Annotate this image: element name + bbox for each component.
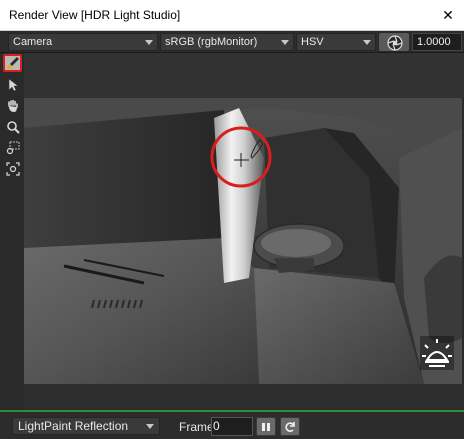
window-title: Render View [HDR Light Studio] [9,8,181,22]
brush-icon [6,57,19,69]
bottom-bar: LightPaint Reflection Frame 0 [0,410,464,439]
render-viewport[interactable] [24,98,462,384]
frame-input[interactable]: 0 [211,417,253,436]
frame-label: Frame [179,420,214,434]
fit-view-icon [5,162,20,176]
car-render-image [24,98,462,384]
pause-icon [262,422,270,431]
title-bar: Render View [HDR Light Studio] ✕ [0,0,464,31]
cursor-arrow-icon [8,78,19,92]
fit-view-tool[interactable] [3,160,22,178]
chevron-down-icon [281,40,289,45]
color-space-dropdown[interactable]: sRGB (rgbMonitor) [160,33,294,51]
light-preview-button[interactable] [420,336,454,370]
chevron-down-icon [363,40,371,45]
refresh-icon [285,421,295,432]
color-mode-dropdown[interactable]: HSV [296,33,376,51]
close-button[interactable]: ✕ [438,5,458,25]
exposure-value-field[interactable]: 1.0000 [412,33,462,51]
select-arrow-tool[interactable] [3,76,22,94]
camera-dropdown[interactable]: Camera [8,33,158,51]
exposure-button[interactable] [378,32,410,52]
color-mode-value: HSV [301,36,324,48]
aperture-icon [387,35,403,51]
refresh-button[interactable] [280,417,300,436]
tool-strip [0,53,24,410]
render-toolbar: Camera sRGB (rgbMonitor) HSV 1.0000 [0,31,464,53]
lightpaint-mode-dropdown[interactable]: LightPaint Reflection [12,417,160,435]
viewport-bottom-area [24,384,464,410]
viewport-top-area [24,53,464,98]
lightpaint-brush-tool[interactable] [3,54,22,72]
zoom-region-tool[interactable] [3,139,22,157]
light-bulb-icon [420,336,454,370]
pause-button[interactable] [256,417,276,436]
chevron-down-icon [145,40,153,45]
lightpaint-mode-value: LightPaint Reflection [18,419,129,433]
camera-dropdown-value: Camera [13,36,53,48]
chevron-down-icon [146,424,154,429]
zoom-region-icon [6,141,19,155]
magnifier-icon [6,121,20,134]
zoom-magnifier-tool[interactable] [3,118,22,136]
hand-icon [7,99,18,112]
color-space-value: sRGB (rgbMonitor) [165,36,258,48]
pan-hand-tool[interactable] [3,97,22,115]
